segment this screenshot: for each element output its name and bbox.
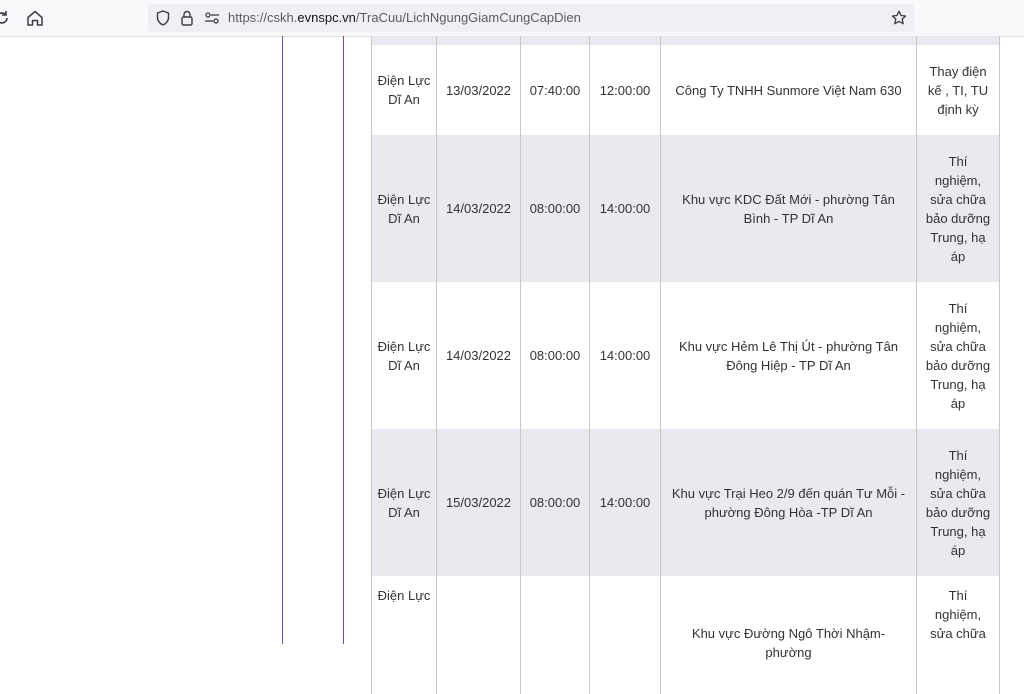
table-row: Điện Lực Dĩ An 15/03/2022 08:00:00 14:00… (371, 429, 1000, 576)
url-text[interactable]: https://cskh.evnspc.vn/TraCuu/LichNgungG… (228, 10, 581, 25)
end-time-cell: 12:00:00 (589, 45, 661, 135)
unit-cell: Điện Lực Dĩ An (371, 45, 437, 135)
start-time-cell: 08:00:00 (520, 429, 590, 576)
page-frame-left (282, 36, 283, 644)
start-time-cell: 08:00:00 (520, 282, 590, 429)
lock-icon[interactable] (178, 9, 196, 27)
area-cell: Công Ty TNHH Sunmore Việt Nam 630 (660, 45, 917, 135)
reason-cell: Thay điện kế , TI, TU định kỳ (916, 45, 1000, 135)
start-time-cell (520, 576, 590, 694)
area-cell: Khu vực Hẻm Lê Thị Út - phường Tân Đông … (660, 282, 917, 429)
reason-cell: Thí nghiệm, sửa chữa bảo dưỡng Trung, hạ… (916, 429, 1000, 576)
end-time-cell (589, 576, 661, 694)
reload-icon[interactable] (0, 8, 12, 28)
end-time-cell: 14:00:00 (589, 135, 661, 282)
date-cell: 14/03/2022 (436, 282, 521, 429)
reason-cell: Thí nghiệm, sửa chữa (916, 576, 1000, 694)
url-host: evnspc.vn (297, 10, 356, 25)
end-time-cell: 14:00:00 (589, 282, 661, 429)
table-row: Điện Lực Dĩ An 13/03/2022 07:40:00 12:00… (371, 45, 1000, 135)
date-cell: 15/03/2022 (436, 429, 521, 576)
url-prefix: https://cskh. (228, 10, 298, 25)
page-frame-inner (343, 36, 344, 644)
star-icon[interactable] (890, 9, 908, 27)
home-icon[interactable] (25, 8, 45, 28)
table-row: Điện Lực Khu vực Đường Ngô Thời Nhậm- ph… (371, 576, 1000, 694)
permissions-icon[interactable] (203, 9, 221, 27)
date-cell (436, 576, 521, 694)
area-cell: Khu vực Đường Ngô Thời Nhậm- phường (660, 576, 917, 694)
table-row: Điện Lực Dĩ An 14/03/2022 08:00:00 14:00… (371, 135, 1000, 282)
unit-cell: Điện Lực Dĩ An (371, 429, 437, 576)
start-time-cell: 08:00:00 (520, 135, 590, 282)
unit-cell: Điện Lực Dĩ An (371, 282, 437, 429)
reason-cell: Thí nghiệm, sửa chữa bảo dưỡng Trung, hạ… (916, 135, 1000, 282)
date-cell: 13/03/2022 (436, 45, 521, 135)
reason-cell: Thí nghiệm, sửa chữa bảo dưỡng Trung, hạ… (916, 282, 1000, 429)
date-cell: 14/03/2022 (436, 135, 521, 282)
table-row: Điện Lực Dĩ An 14/03/2022 08:00:00 14:00… (371, 282, 1000, 429)
unit-cell: Điện Lực Dĩ An (371, 135, 437, 282)
outage-schedule-table: Điện Lực Dĩ An 13/03/2022 07:40:00 12:00… (371, 36, 1000, 694)
url-path: /TraCuu/LichNgungGiamCungCapDien (355, 10, 581, 25)
unit-cell: Điện Lực (371, 576, 437, 694)
shield-icon[interactable] (154, 9, 172, 27)
area-cell: Khu vực Trại Heo 2/9 đến quán Tư Mỗi - p… (660, 429, 917, 576)
url-bar[interactable]: https://cskh.evnspc.vn/TraCuu/LichNgungG… (148, 4, 914, 32)
start-time-cell: 07:40:00 (520, 45, 590, 135)
area-cell: Khu vực KDC Đất Mới - phường Tân Bình - … (660, 135, 917, 282)
end-time-cell: 14:00:00 (589, 429, 661, 576)
table-row-previous (371, 36, 1000, 45)
browser-toolbar: https://cskh.evnspc.vn/TraCuu/LichNgungG… (0, 0, 1024, 37)
